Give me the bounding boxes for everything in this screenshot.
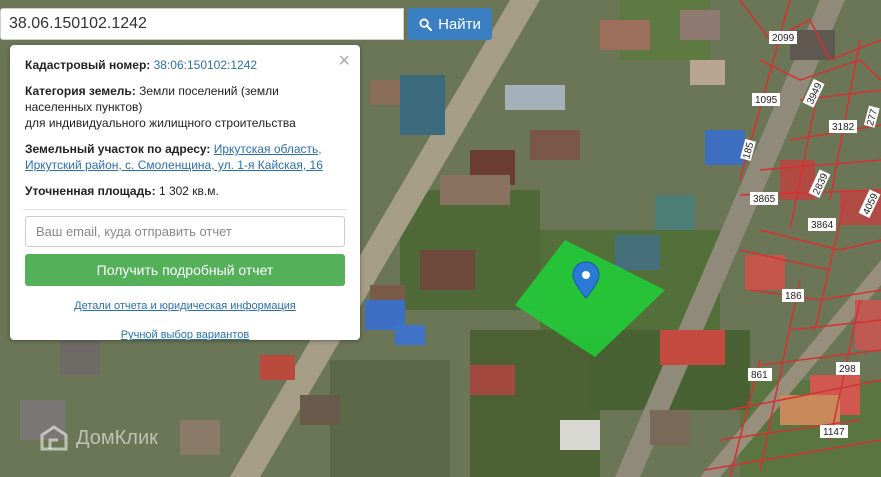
parcel-number-label: 3865	[753, 194, 776, 205]
cadastral-number-link[interactable]: 38:06:150102:1242	[154, 58, 257, 72]
land-category-row: Категория земель: Земли поселений (земли…	[25, 83, 345, 131]
search-button[interactable]: Найти	[408, 8, 492, 40]
search-icon	[419, 17, 433, 31]
domclick-logo-icon	[40, 425, 68, 451]
domclick-watermark: ДомКлик	[40, 425, 158, 451]
address-link-line1[interactable]: Иркутская область,	[214, 142, 322, 156]
cadastral-number-label: Кадастровый номер:	[25, 58, 151, 72]
parcel-number-label: 3182	[832, 122, 855, 133]
area-label: Уточненная площадь:	[25, 184, 156, 198]
cadastral-number-row: Кадастровый номер: 38:06:150102:1242	[25, 57, 345, 73]
watermark-text: ДомКлик	[76, 426, 158, 449]
parcel-number-label: 861	[751, 370, 768, 381]
land-use-value: для индивидуального жилищного строительс…	[25, 116, 296, 130]
manual-selection-link[interactable]: Ручной выбор вариантов	[25, 329, 345, 341]
parcel-number-label: 1147	[823, 427, 845, 438]
cadastral-search-input[interactable]	[0, 8, 404, 40]
area-row: Уточненная площадь: 1 302 кв.м.	[25, 183, 345, 199]
address-link-line2[interactable]: Иркутский район, с. Смоленщина, ул. 1-я …	[25, 158, 323, 172]
parcel-number-label: 186	[785, 291, 802, 302]
parcel-number-label: 3864	[811, 220, 834, 231]
parcel-info-popup: × Кадастровый номер: 38:06:150102:1242 К…	[10, 45, 360, 341]
get-report-button[interactable]: Получить подробный отчет	[25, 254, 345, 286]
email-field[interactable]	[25, 216, 345, 247]
divider	[23, 209, 347, 210]
parcel-number-label: 1095	[755, 95, 778, 106]
search-button-label: Найти	[438, 15, 481, 33]
area-value: 1 302 кв.м.	[158, 184, 219, 198]
land-category-label: Категория земель:	[25, 84, 136, 98]
parcel-number-label: 298	[839, 364, 856, 375]
address-label: Земельный участок по адресу:	[25, 142, 211, 156]
parcel-number-label: 2099	[772, 33, 795, 44]
address-row: Земельный участок по адресу: Иркутская о…	[25, 141, 345, 173]
close-icon[interactable]: ×	[338, 51, 350, 71]
report-details-link[interactable]: Детали отчета и юридическая информация	[25, 300, 345, 312]
